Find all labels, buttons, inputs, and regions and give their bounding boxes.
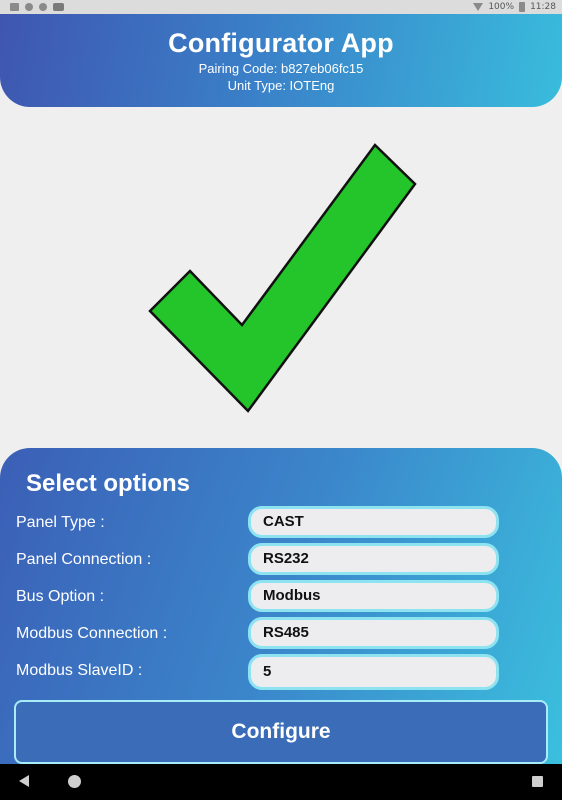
- option-row-panel-type: Panel Type : CAST: [0, 506, 562, 540]
- status-bar: 100% 11:28: [0, 0, 562, 14]
- circle-icon: [25, 3, 33, 11]
- home-icon[interactable]: [68, 775, 81, 788]
- circle-icon: [39, 3, 47, 11]
- wifi-icon: [473, 3, 484, 11]
- option-label: Modbus Connection :: [16, 625, 168, 642]
- option-label: Panel Type :: [16, 514, 105, 531]
- image-icon: [10, 3, 19, 11]
- pairing-code: Pairing Code: b827eb06fc15: [198, 61, 364, 76]
- option-row-panel-connection: Panel Connection : RS232: [0, 543, 562, 577]
- panel-connection-field[interactable]: RS232: [248, 543, 499, 575]
- status-graphic: [0, 107, 562, 447]
- checkmark-shape: [148, 143, 417, 413]
- clock: 11:28: [530, 2, 556, 12]
- recents-icon[interactable]: [532, 776, 543, 787]
- back-icon[interactable]: [19, 775, 29, 787]
- modbus-slaveid-field[interactable]: 5: [248, 654, 499, 690]
- app-header: Configurator App Pairing Code: b827eb06f…: [0, 14, 562, 107]
- modbus-connection-field[interactable]: RS485: [248, 617, 499, 649]
- option-row-modbus-slaveid: Modbus SlaveID : 5: [0, 654, 562, 690]
- option-label: Bus Option :: [16, 588, 105, 605]
- option-row-bus-option: Bus Option : Modbus: [0, 580, 562, 614]
- bus-option-field[interactable]: Modbus: [248, 580, 499, 612]
- option-label: Modbus SlaveID :: [16, 662, 143, 679]
- panel-type-field[interactable]: CAST: [248, 506, 499, 538]
- youtube-icon: [53, 3, 64, 11]
- option-label: Panel Connection :: [16, 551, 152, 568]
- app-title: Configurator App: [168, 28, 394, 58]
- system-nav-bar: [0, 764, 562, 800]
- options-title: Select options: [26, 470, 191, 497]
- notification-icons: [10, 3, 64, 11]
- unit-type: Unit Type: IOTEng: [227, 78, 335, 93]
- checkmark-icon: [148, 143, 417, 413]
- configure-button[interactable]: Configure: [14, 700, 548, 764]
- battery-icon: [519, 2, 526, 12]
- option-row-modbus-connection: Modbus Connection : RS485: [0, 617, 562, 651]
- battery-percent: 100%: [488, 2, 515, 12]
- system-icons: 100% 11:28: [473, 2, 556, 12]
